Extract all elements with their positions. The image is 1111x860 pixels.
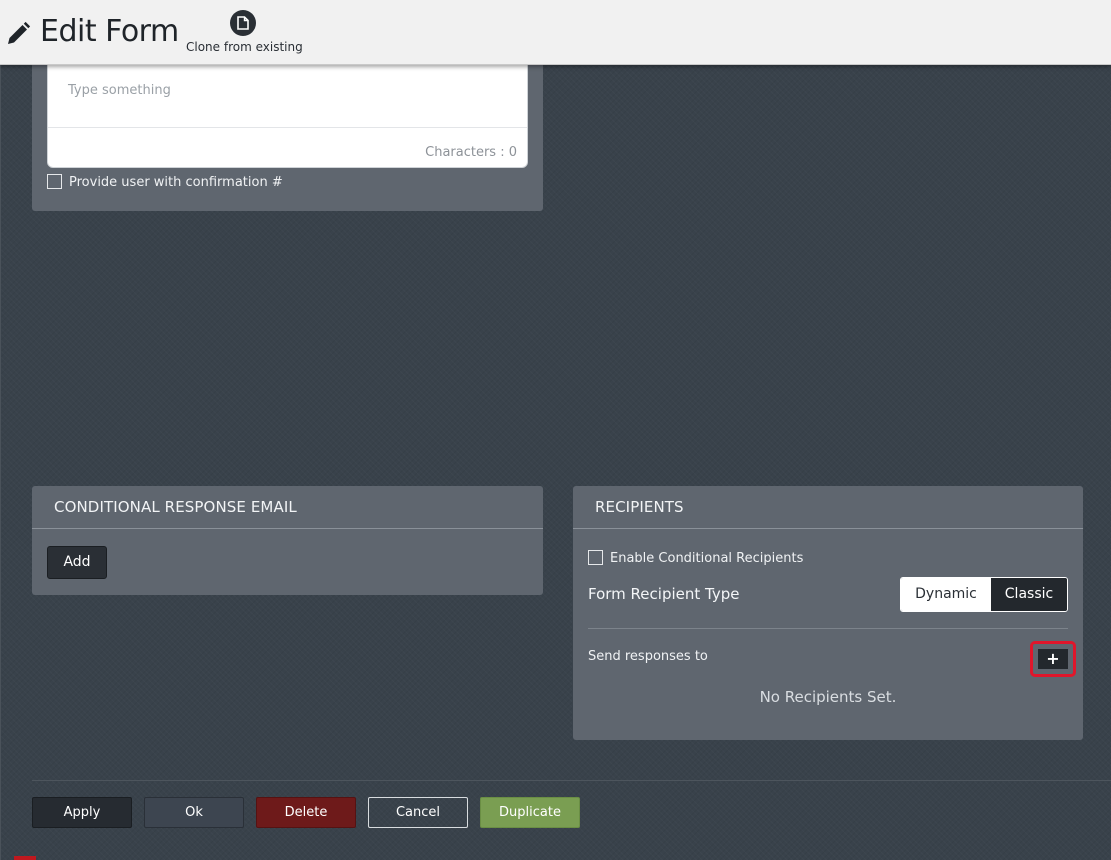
clone-from-existing-button[interactable]: Clone from existing (186, 8, 303, 60)
page-header: Edit Form Clone from existing (0, 0, 1111, 65)
confirmation-message-card: Type something Characters : 0 Provide us… (32, 40, 543, 211)
add-recipient-button[interactable]: + (1038, 649, 1068, 669)
page-title: Edit Form (40, 14, 179, 49)
recipient-type-toggle: Dynamic Classic (900, 577, 1068, 612)
card-divider (573, 528, 1083, 529)
apply-button[interactable]: Apply (32, 797, 132, 828)
confirmation-number-checkbox[interactable] (47, 174, 62, 189)
no-recipients-message: No Recipients Set. (759, 688, 897, 706)
pencil-icon (4, 20, 32, 48)
clone-from-existing-label: Clone from existing (186, 40, 303, 54)
recipients-divider (588, 628, 1068, 629)
send-responses-to-label: Send responses to (588, 649, 708, 664)
ok-button[interactable]: Ok (144, 797, 244, 828)
delete-button[interactable]: Delete (256, 797, 356, 828)
cancel-button[interactable]: Cancel (368, 797, 468, 828)
recipient-type-classic-option[interactable]: Classic (991, 578, 1067, 611)
footer-divider (32, 780, 1111, 781)
textarea-placeholder: Type something (68, 83, 171, 98)
conditional-response-email-header: CONDITIONAL RESPONSE EMAIL (54, 498, 297, 516)
duplicate-button[interactable]: Duplicate (480, 797, 580, 828)
corner-indicator (14, 856, 36, 860)
enable-conditional-recipients-label: Enable Conditional Recipients (610, 551, 804, 566)
character-count: Characters : 0 (425, 145, 517, 160)
confirmation-number-label: Provide user with confirmation # (69, 175, 283, 190)
textarea-divider (48, 127, 527, 128)
form-recipient-type-label: Form Recipient Type (588, 585, 740, 603)
add-recipient-highlight: + (1030, 641, 1076, 677)
recipient-type-dynamic-option[interactable]: Dynamic (901, 578, 991, 611)
card-divider (32, 528, 543, 529)
add-conditional-email-button[interactable]: Add (47, 546, 107, 579)
recipients-header: RECIPIENTS (595, 498, 684, 516)
enable-conditional-recipients-checkbox[interactable] (588, 550, 603, 565)
document-icon (230, 10, 256, 36)
conditional-response-email-card: CONDITIONAL RESPONSE EMAIL Add (32, 486, 543, 595)
page-left-edge (0, 65, 1, 860)
recipients-card: RECIPIENTS Enable Conditional Recipients… (573, 486, 1083, 740)
